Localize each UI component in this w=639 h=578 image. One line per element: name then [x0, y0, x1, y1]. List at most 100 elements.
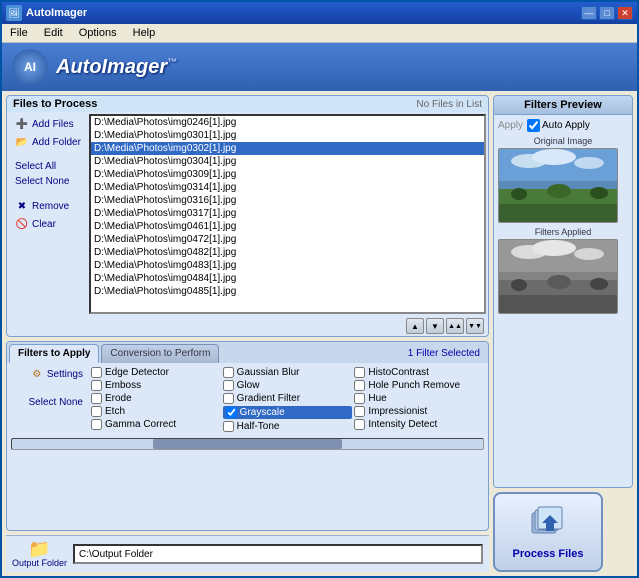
filter-gradient-filter-checkbox[interactable] [223, 393, 234, 404]
filter-gamma-correct-checkbox[interactable] [91, 419, 102, 430]
filter-col-3: HistoContrast Hole Punch Remove Hue [354, 367, 484, 432]
list-item[interactable]: D:\Media\Photos\img0302[1].jpg [91, 142, 484, 155]
filter-hue-checkbox[interactable] [354, 393, 365, 404]
list-item[interactable]: D:\Media\Photos\img0317[1].jpg [91, 207, 484, 220]
filter-gaussian-blur: Gaussian Blur [223, 367, 353, 378]
menu-edit[interactable]: Edit [40, 26, 67, 40]
main-content: Files to Process No Files in List ➕ Add … [2, 91, 637, 576]
menu-options[interactable]: Options [75, 26, 121, 40]
filter-half-tone: Half-Tone [223, 421, 353, 432]
filter-hole-punch-remove-checkbox[interactable] [354, 380, 365, 391]
output-folder-label: Output Folder [12, 558, 67, 568]
add-files-icon: ➕ [15, 117, 29, 131]
filter-edge-detector-checkbox[interactable] [91, 367, 102, 378]
list-item[interactable]: D:\Media\Photos\img0304[1].jpg [91, 155, 484, 168]
select-all-button[interactable]: Select All [13, 160, 85, 173]
filter-etch: Etch [91, 406, 221, 417]
main-window: 🖼 AutoImager — □ ✕ File Edit Options Hel… [0, 0, 639, 578]
settings-button[interactable]: ⚙ Settings [30, 367, 83, 381]
list-item[interactable]: D:\Media\Photos\img0483[1].jpg [91, 259, 484, 272]
applied-image-preview [498, 239, 618, 314]
filter-intensity-detect: Intensity Detect [354, 419, 484, 430]
clear-icon: 🚫 [15, 217, 29, 231]
output-folder-icon: 📁 [28, 540, 50, 558]
remove-button[interactable]: ✖ Remove [13, 198, 85, 214]
applied-image-section: Filters Applied [498, 227, 628, 314]
filter-half-tone-checkbox[interactable] [223, 421, 234, 432]
tab-conversion[interactable]: Conversion to Perform [101, 344, 219, 363]
menu-help[interactable]: Help [129, 26, 160, 40]
output-folder-button[interactable]: 📁 Output Folder [12, 540, 67, 568]
original-image-svg [499, 149, 618, 223]
filter-impressionist-checkbox[interactable] [354, 406, 365, 417]
select-none-filters-button[interactable]: Select None [29, 397, 83, 408]
minimize-button[interactable]: — [581, 6, 597, 20]
filter-gaussian-blur-checkbox[interactable] [223, 367, 234, 378]
process-files-button[interactable]: Process Files [493, 492, 603, 572]
file-nav-bar: ▲ ▼ ▲▲ ▼▼ [7, 316, 488, 336]
filter-gradient-filter: Gradient Filter [223, 393, 353, 404]
title-bar-left: 🖼 AutoImager [6, 5, 87, 21]
maximize-button[interactable]: □ [599, 6, 615, 20]
menu-bar: File Edit Options Help [2, 24, 637, 43]
auto-apply-checkbox[interactable] [527, 119, 540, 132]
list-item[interactable]: D:\Media\Photos\img0484[1].jpg [91, 272, 484, 285]
title-buttons: — □ ✕ [581, 6, 633, 20]
apply-row: Apply Auto Apply [498, 119, 628, 132]
filters-preview-body: Apply Auto Apply Original Image [494, 115, 632, 318]
clear-button[interactable]: 🚫 Clear [13, 216, 85, 232]
output-row: 📁 Output Folder [6, 535, 489, 572]
move-down-button[interactable]: ▼ [426, 318, 444, 334]
original-image-label: Original Image [498, 136, 628, 146]
list-item[interactable]: D:\Media\Photos\img0472[1].jpg [91, 233, 484, 246]
list-item[interactable]: D:\Media\Photos\img0461[1].jpg [91, 220, 484, 233]
list-item[interactable]: D:\Media\Photos\img0314[1].jpg [91, 181, 484, 194]
auto-apply-label: Auto Apply [542, 120, 590, 131]
filter-intensity-detect-checkbox[interactable] [354, 419, 365, 430]
close-button[interactable]: ✕ [617, 6, 633, 20]
scrollbar-thumb [153, 439, 341, 449]
filter-etch-checkbox[interactable] [91, 406, 102, 417]
filter-glow: Glow [223, 380, 353, 391]
files-content: ➕ Add Files 📂 Add Folder Select All Se [7, 112, 488, 316]
app-icon: 🖼 [6, 5, 22, 21]
filter-glow-checkbox[interactable] [223, 380, 234, 391]
filter-grayscale: Grayscale [223, 406, 353, 419]
select-none-files-button[interactable]: Select None [13, 175, 85, 188]
no-files-label: No Files in List [416, 99, 482, 110]
list-item[interactable]: D:\Media\Photos\img0301[1].jpg [91, 129, 484, 142]
files-sidebar: ➕ Add Files 📂 Add Folder Select All Se [9, 114, 89, 314]
filter-edge-detector: Edge Detector [91, 367, 221, 378]
filters-preview-panel: Filters Preview Apply Auto Apply Origina… [493, 95, 633, 488]
output-path-input[interactable] [73, 544, 483, 564]
add-folder-button[interactable]: 📂 Add Folder [13, 134, 85, 150]
filters-content: ⚙ Settings Select None [7, 363, 488, 436]
move-up-button[interactable]: ▲ [406, 318, 424, 334]
filter-emboss: Emboss [91, 380, 221, 391]
filter-erode-checkbox[interactable] [91, 393, 102, 404]
list-item[interactable]: D:\Media\Photos\img0246[1].jpg [91, 116, 484, 129]
horizontal-scrollbar[interactable] [11, 438, 484, 450]
list-item[interactable]: D:\Media\Photos\img0316[1].jpg [91, 194, 484, 207]
files-panel-header: Files to Process [13, 98, 97, 110]
file-list-container[interactable]: D:\Media\Photos\img0246[1].jpg D:\Media\… [89, 114, 486, 314]
app-logo: AI [12, 49, 48, 85]
add-folder-icon: 📂 [15, 135, 29, 149]
menu-file[interactable]: File [6, 26, 32, 40]
filter-histocontrast-checkbox[interactable] [354, 367, 365, 378]
move-bottom-button[interactable]: ▼▼ [466, 318, 484, 334]
apply-link[interactable]: Apply [498, 120, 523, 131]
add-files-button[interactable]: ➕ Add Files [13, 116, 85, 132]
move-top-button[interactable]: ▲▲ [446, 318, 464, 334]
files-top-bar: Files to Process No Files in List [7, 96, 488, 112]
list-item[interactable]: D:\Media\Photos\img0485[1].jpg [91, 285, 484, 298]
list-item[interactable]: D:\Media\Photos\img0309[1].jpg [91, 168, 484, 181]
filter-status: 1 Filter Selected [402, 344, 486, 363]
filter-emboss-checkbox[interactable] [91, 380, 102, 391]
tab-filters[interactable]: Filters to Apply [9, 344, 99, 363]
window-title: AutoImager [26, 7, 87, 19]
filter-impressionist: Impressionist [354, 406, 484, 417]
filter-grayscale-checkbox[interactable] [226, 407, 237, 418]
list-item[interactable]: D:\Media\Photos\img0482[1].jpg [91, 246, 484, 259]
process-files-icon [528, 505, 568, 544]
